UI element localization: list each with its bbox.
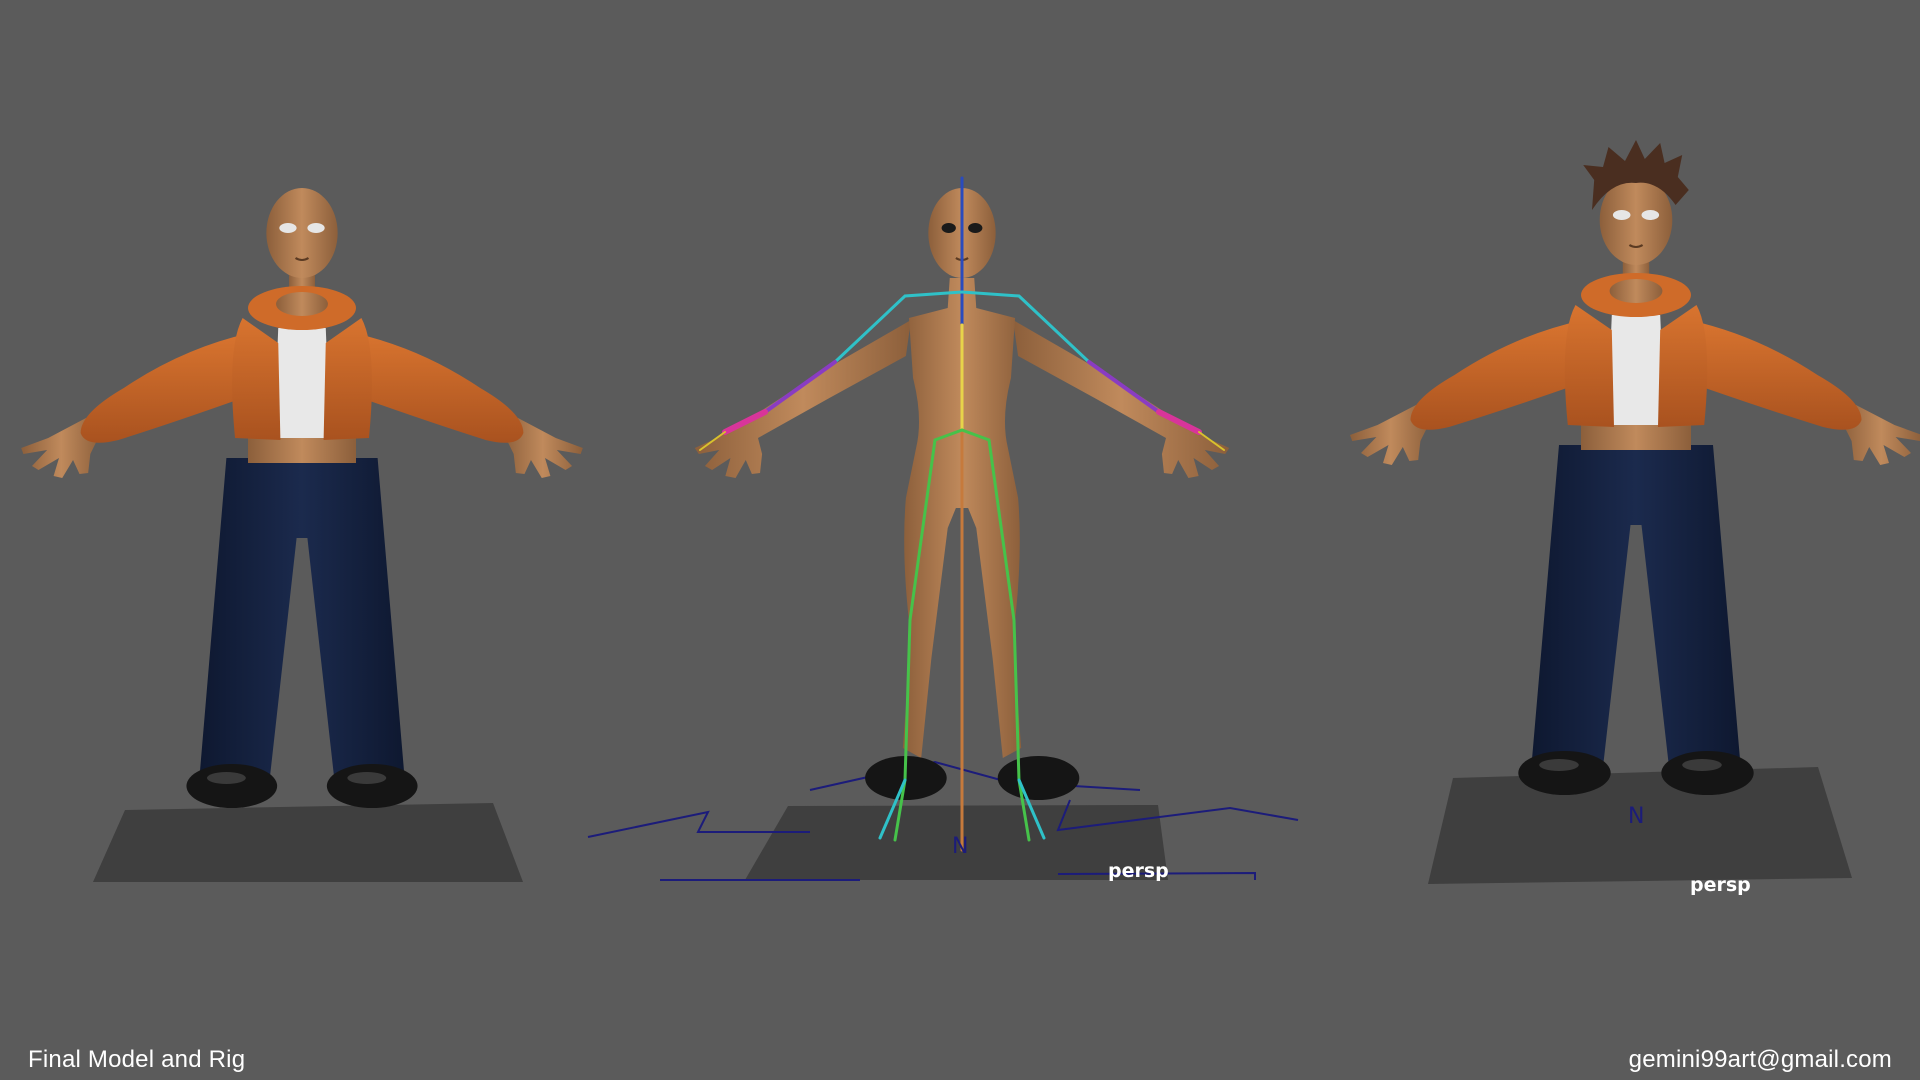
persp-camera-label: persp — [1108, 860, 1169, 882]
scene-canvas — [20, 140, 1920, 884]
ground-plane — [93, 803, 523, 882]
footer-email: gemini99art@gmail.com — [1628, 1046, 1892, 1073]
compass-north-label: N — [1628, 804, 1645, 829]
persp-camera-label: persp — [1690, 874, 1751, 896]
final-model-viewport[interactable] — [20, 186, 584, 882]
rig-viewport[interactable] — [587, 176, 1299, 881]
final-model-hair-viewport[interactable] — [1348, 140, 1920, 884]
skeleton-rig[interactable] — [699, 176, 1225, 852]
compass-north-label: N — [952, 834, 969, 859]
viewport-stage[interactable]: N persp N persp Final Model and Rig gemi… — [0, 0, 1920, 1080]
character-model-dressed[interactable] — [20, 186, 584, 810]
character-model-with-hair[interactable] — [1348, 173, 1920, 797]
footer-title: Final Model and Rig — [28, 1046, 246, 1073]
